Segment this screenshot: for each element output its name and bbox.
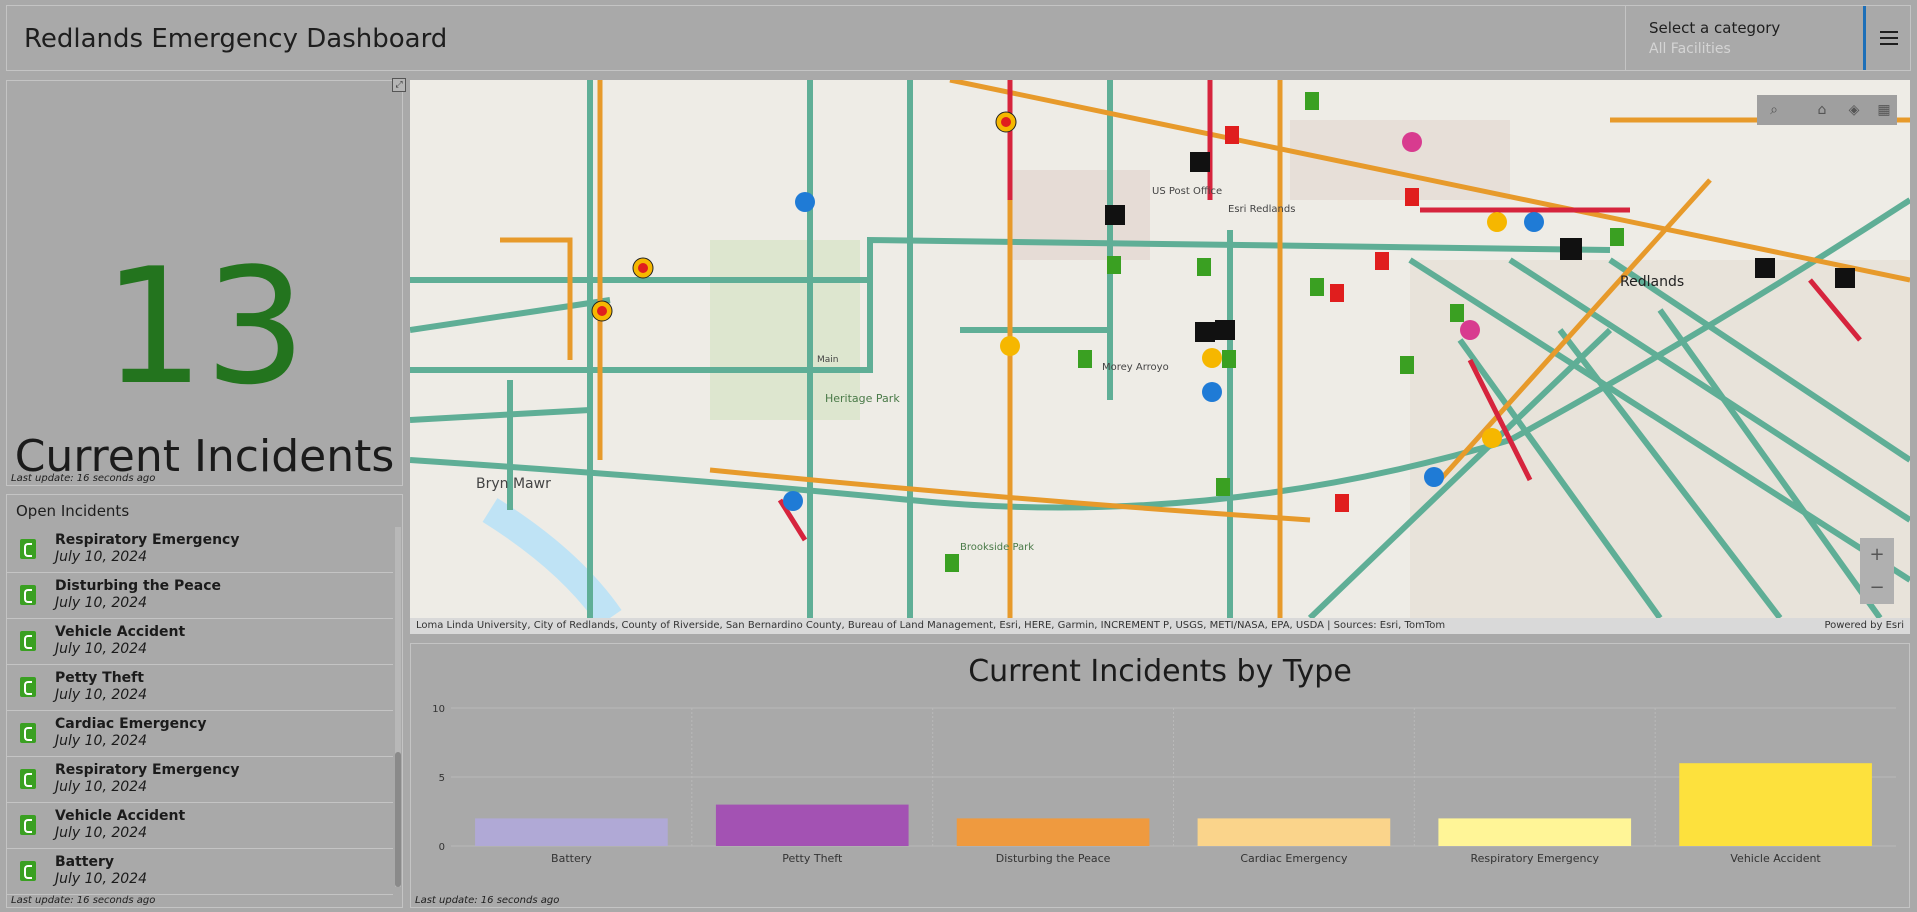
map-attribution-bar: Loma Linda University, City of Redlands,… [410, 618, 1910, 634]
incident-list-item[interactable]: Petty Theft July 10, 2024 [7, 665, 393, 711]
incident-name: Vehicle Accident [55, 808, 186, 824]
incident-list: Respiratory Emergency July 10, 2024 Distur… [7, 527, 393, 895]
incident-list-item[interactable]: Vehicle Accident July 10, 2024 [7, 619, 393, 665]
map-label-redlands: Redlands [1620, 274, 1684, 290]
incident-date: July 10, 2024 [55, 871, 147, 887]
incident-list-item[interactable]: Respiratory Emergency July 10, 2024 [7, 527, 393, 573]
map-attribution: Loma Linda University, City of Redlands,… [416, 620, 1446, 631]
phone-icon [20, 861, 36, 881]
dashboard-title: Redlands Emergency Dashboard [24, 24, 448, 54]
phone-icon [20, 815, 36, 835]
category-selector[interactable]: Select a category All Facilities [1625, 6, 1870, 70]
map-label-brookside-park: Brookside Park [960, 542, 1034, 553]
bar[interactable] [1438, 818, 1632, 846]
incident-date: July 10, 2024 [55, 733, 147, 749]
chart-last-update: Last update: 16 seconds ago [415, 895, 560, 906]
incident-date: July 10, 2024 [55, 825, 147, 841]
incident-list-item[interactable]: Respiratory Emergency July 10, 2024 [7, 757, 393, 803]
incident-name: Respiratory Emergency [55, 532, 240, 548]
header-bar: Redlands Emergency Dashboard Select a ca… [6, 5, 1911, 71]
incident-count: 13 [102, 233, 307, 420]
incident-list-item[interactable]: Battery July 10, 2024 [7, 849, 393, 895]
map-label-heritage-park: Heritage Park [825, 392, 900, 405]
phone-icon [20, 677, 36, 697]
x-tick-label: Cardiac Emergency [1240, 852, 1348, 865]
incident-count-panel: 13 Current Incidents Last update: 16 sec… [6, 80, 403, 486]
y-tick-label: 10 [432, 704, 445, 715]
phone-icon [20, 723, 36, 743]
bar[interactable] [715, 804, 909, 846]
map-toolbar: ⌕ ⌂ ◈ ▦ [1757, 95, 1897, 125]
zoom-in-button[interactable]: + [1860, 538, 1894, 571]
indicator-last-update: Last update: 16 seconds ago [11, 473, 156, 484]
phone-icon [20, 585, 36, 605]
incident-date: July 10, 2024 [55, 595, 147, 611]
x-tick-label: Battery [551, 852, 592, 865]
incident-name: Respiratory Emergency [55, 762, 240, 778]
phone-icon [20, 769, 36, 789]
phone-icon [20, 539, 36, 559]
y-tick-label: 0 [439, 842, 445, 853]
basemap-gallery-icon[interactable]: ▦ [1871, 98, 1897, 122]
map-view[interactable]: Bryn Mawr Heritage Park Brookside Park R… [410, 80, 1910, 618]
open-incidents-panel: Open Incidents Respiratory Emergency July… [6, 494, 403, 908]
incident-name: Battery [55, 854, 115, 870]
open-incidents-title: Open Incidents [16, 502, 130, 520]
expand-icon[interactable]: ⤢ [392, 78, 406, 92]
category-label: Select a category [1649, 19, 1781, 37]
incident-date: July 10, 2024 [55, 687, 147, 703]
powered-by[interactable]: Powered by Esri [1824, 620, 1904, 631]
map-label-esri: Esri Redlands [1228, 204, 1295, 215]
phone-icon [20, 631, 36, 651]
bar[interactable] [1679, 763, 1872, 846]
incident-list-scrollbar[interactable] [395, 527, 401, 887]
incident-date: July 10, 2024 [55, 641, 147, 657]
incident-name: Cardiac Emergency [55, 716, 207, 732]
incident-date: July 10, 2024 [55, 549, 147, 565]
map-label-main: Main [817, 355, 839, 365]
map-label-morey: Morey Arroyo [1102, 362, 1169, 373]
zoom-out-button[interactable]: − [1860, 571, 1894, 604]
incident-date: July 10, 2024 [55, 779, 147, 795]
chart-title: Current Incidents by Type [968, 654, 1352, 689]
incident-name: Petty Theft [55, 670, 144, 686]
list-last-update: Last update: 16 seconds ago [11, 895, 156, 906]
scrollbar-thumb[interactable] [395, 752, 401, 887]
incident-name: Disturbing the Peace [55, 578, 222, 594]
layers-icon[interactable]: ◈ [1841, 98, 1867, 122]
x-tick-label: Respiratory Emergency [1470, 852, 1599, 865]
map-label-post-office: US Post Office [1152, 186, 1222, 197]
bar[interactable] [956, 818, 1150, 846]
home-icon[interactable]: ⌂ [1809, 98, 1835, 122]
incident-list-item[interactable]: Cardiac Emergency July 10, 2024 [7, 711, 393, 757]
map-label-bryn-mawr: Bryn Mawr [476, 476, 551, 492]
incident-list-item[interactable]: Disturbing the Peace July 10, 2024 [7, 573, 393, 619]
y-tick-label: 5 [439, 773, 445, 784]
map-canvas[interactable]: Bryn Mawr Heritage Park Brookside Park R… [410, 80, 1910, 618]
category-value[interactable]: All Facilities [1649, 41, 1731, 57]
hamburger-menu-icon[interactable] [1863, 6, 1911, 70]
x-tick-label: Vehicle Accident [1730, 852, 1821, 865]
incident-name: Vehicle Accident [55, 624, 186, 640]
x-tick-label: Petty Theft [782, 852, 843, 865]
bar[interactable] [1197, 818, 1391, 846]
incident-list-item[interactable]: Vehicle Accident July 10, 2024 [7, 803, 393, 849]
search-icon[interactable]: ⌕ [1761, 98, 1787, 122]
zoom-control: + − [1860, 538, 1894, 604]
chart-panel: Current Incidents by Type 0 5 10 Battery Pet… [410, 643, 1910, 908]
bar[interactable] [475, 818, 668, 846]
bar-chart: 0 5 10 Battery Petty Theft Disturbing the Pea… [432, 704, 1896, 865]
x-tick-label: Disturbing the Peace [996, 852, 1111, 865]
